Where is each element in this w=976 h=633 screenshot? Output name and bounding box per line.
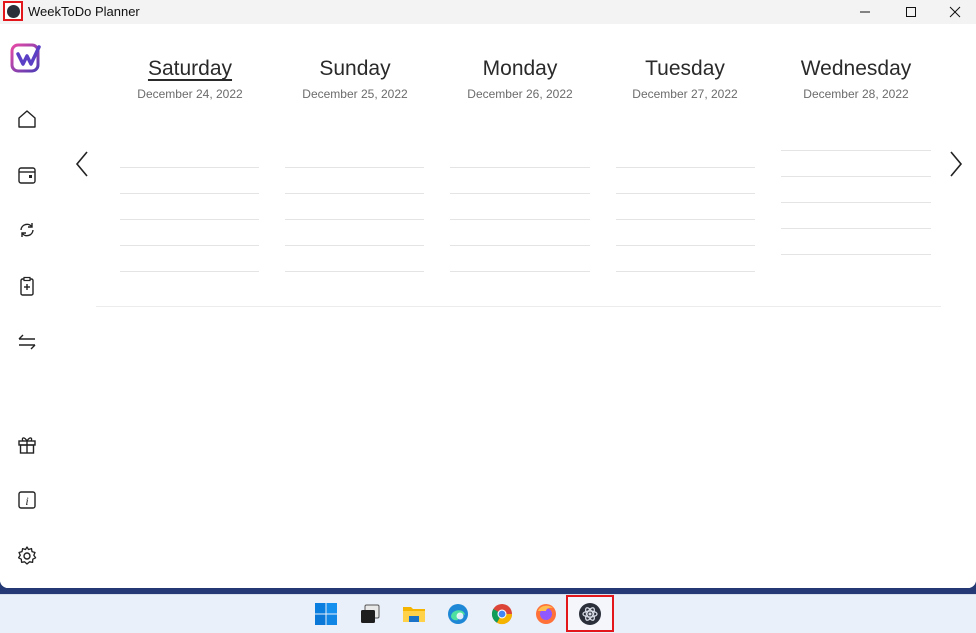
task-slot[interactable] bbox=[616, 245, 755, 246]
sidebar-item-info[interactable]: i bbox=[14, 487, 40, 513]
task-slot[interactable] bbox=[285, 271, 424, 272]
day-name[interactable]: Saturday bbox=[120, 56, 260, 82]
task-slot[interactable] bbox=[781, 150, 931, 151]
day-column-wednesday: Wednesday December 28, 2022 bbox=[771, 56, 941, 103]
sidebar-item-sync[interactable] bbox=[14, 217, 40, 243]
next-week-button[interactable] bbox=[944, 148, 968, 180]
task-slot[interactable] bbox=[450, 167, 590, 168]
task-slot[interactable] bbox=[120, 167, 259, 168]
clipboard-add-icon bbox=[20, 276, 34, 296]
gear-icon bbox=[17, 546, 37, 565]
app-window: WeekToDo Planner i Saturday December 24,… bbox=[0, 0, 976, 588]
task-slot[interactable] bbox=[616, 193, 755, 194]
day-date: December 25, 2022 bbox=[302, 87, 408, 101]
task-slot[interactable] bbox=[616, 271, 755, 272]
task-slot[interactable] bbox=[450, 245, 590, 246]
day-column-tuesday: Tuesday December 27, 2022 bbox=[615, 56, 755, 103]
sync-icon bbox=[20, 223, 34, 237]
day-column-sunday: Sunday December 25, 2022 bbox=[285, 56, 425, 103]
day-date: December 27, 2022 bbox=[632, 87, 738, 101]
task-slot[interactable] bbox=[120, 245, 259, 246]
calendar-icon bbox=[18, 167, 36, 184]
chevron-left-icon bbox=[75, 151, 88, 177]
task-view-icon[interactable] bbox=[356, 600, 384, 628]
task-slot[interactable] bbox=[285, 167, 424, 168]
sidebar-item-swap[interactable] bbox=[14, 329, 40, 355]
sidebar-item-settings[interactable] bbox=[14, 543, 40, 569]
day-column-saturday: Saturday December 24, 2022 bbox=[120, 56, 260, 103]
week-view: Saturday December 24, 2022 Sunday Decemb… bbox=[56, 24, 976, 588]
task-slot[interactable] bbox=[285, 219, 424, 220]
file-explorer-icon[interactable] bbox=[400, 600, 428, 628]
maximize-button[interactable] bbox=[888, 0, 934, 24]
task-slot[interactable] bbox=[450, 193, 590, 194]
edge-icon[interactable] bbox=[444, 600, 472, 628]
sidebar: i bbox=[0, 24, 54, 588]
day-name[interactable]: Sunday bbox=[285, 56, 425, 82]
sidebar-item-add-task[interactable] bbox=[14, 273, 40, 299]
task-slot[interactable] bbox=[285, 245, 424, 246]
task-slot[interactable] bbox=[781, 254, 931, 255]
title-bar: WeekToDo Planner bbox=[0, 0, 976, 24]
task-slot[interactable] bbox=[616, 219, 755, 220]
chevron-right-icon bbox=[950, 151, 963, 177]
task-slot[interactable] bbox=[616, 167, 755, 168]
close-icon bbox=[949, 6, 961, 18]
week-divider bbox=[96, 306, 941, 307]
task-slot[interactable] bbox=[285, 193, 424, 194]
firefox-icon[interactable] bbox=[532, 600, 560, 628]
previous-week-button[interactable] bbox=[70, 148, 94, 180]
task-slot[interactable] bbox=[450, 271, 590, 272]
info-icon: i bbox=[18, 491, 36, 509]
day-name[interactable]: Tuesday bbox=[615, 56, 755, 82]
day-date: December 26, 2022 bbox=[467, 87, 573, 101]
day-name[interactable]: Wednesday bbox=[771, 56, 941, 82]
task-slot[interactable] bbox=[781, 176, 931, 177]
weektodo-taskbar-icon[interactable] bbox=[576, 600, 604, 628]
task-slot[interactable] bbox=[120, 193, 259, 194]
svg-text:i: i bbox=[25, 494, 28, 508]
task-slot[interactable] bbox=[450, 219, 590, 220]
gift-icon bbox=[18, 437, 36, 454]
task-slot[interactable] bbox=[781, 228, 931, 229]
day-date: December 24, 2022 bbox=[137, 87, 243, 101]
taskbar bbox=[0, 594, 976, 633]
sidebar-item-gift[interactable] bbox=[14, 431, 40, 457]
minimize-icon bbox=[860, 11, 870, 13]
day-date: December 28, 2022 bbox=[803, 87, 909, 101]
app-icon[interactable] bbox=[3, 1, 23, 21]
home-icon bbox=[18, 110, 36, 128]
minimize-button[interactable] bbox=[842, 0, 888, 24]
day-name[interactable]: Monday bbox=[450, 56, 590, 82]
chrome-icon[interactable] bbox=[488, 600, 516, 628]
day-column-monday: Monday December 26, 2022 bbox=[450, 56, 590, 103]
task-slot[interactable] bbox=[120, 219, 259, 220]
maximize-icon bbox=[906, 7, 916, 17]
arrows-swap-icon bbox=[18, 334, 36, 350]
weektodo-logo bbox=[10, 42, 42, 74]
task-slot[interactable] bbox=[781, 202, 931, 203]
task-slot[interactable] bbox=[120, 271, 259, 272]
close-button[interactable] bbox=[932, 0, 976, 24]
sidebar-item-calendar[interactable] bbox=[14, 162, 40, 188]
windows-start-icon[interactable] bbox=[312, 600, 340, 628]
window-title: WeekToDo Planner bbox=[28, 4, 140, 19]
sidebar-item-home[interactable] bbox=[14, 106, 40, 132]
